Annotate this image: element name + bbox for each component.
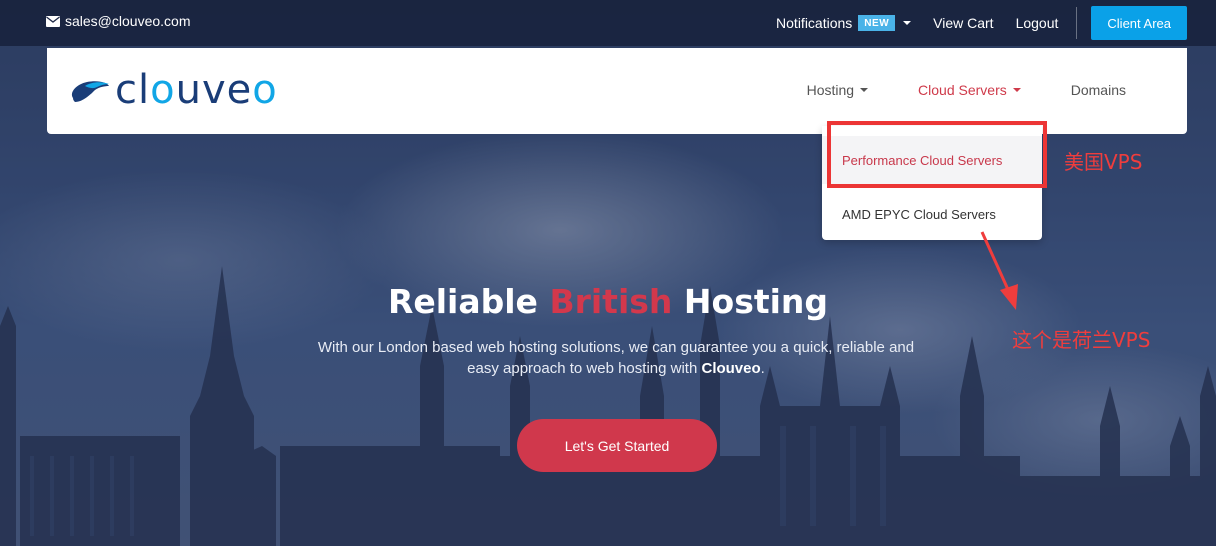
logout-link[interactable]: Logout [1016, 15, 1059, 31]
logo-text-mid: uve [175, 67, 253, 113]
topbar-divider [1076, 7, 1078, 39]
nav-label-hosting: Hosting [806, 82, 855, 98]
chevron-down-icon [903, 21, 912, 25]
annotation-highlight-box [827, 121, 1047, 188]
logo-text-start: cl [115, 67, 151, 113]
chevron-down-icon [1012, 88, 1021, 92]
annotation-label-us-vps: 美国VPS [1064, 150, 1143, 174]
primary-nav: Hosting Cloud Servers Domains [757, 82, 1126, 98]
new-badge: NEW [858, 15, 896, 31]
annotation-label-nl-vps: 这个是荷兰VPS [1012, 328, 1151, 352]
hero-title-start: Reliable [387, 282, 538, 321]
top-bar: sales@clouveo.com Notifications NEW View… [0, 0, 1216, 46]
hero-subtitle-brand: Clouveo [701, 360, 761, 377]
nav-label-cloud-servers: Cloud Servers [918, 82, 1007, 98]
hero-title-end: Hosting [683, 282, 829, 321]
logo-text-end: o [252, 67, 278, 113]
notifications-dropdown[interactable]: Notifications NEW [776, 15, 912, 31]
notifications-label: Notifications [776, 15, 853, 31]
mail-icon [46, 15, 60, 27]
logo-text-o: o [150, 67, 176, 113]
hero-subtitle-end: . [760, 360, 765, 377]
hero-title: Reliable British Hosting [0, 282, 1216, 321]
view-cart-link[interactable]: View Cart [933, 15, 993, 31]
clouveo-logo[interactable]: clouveo [69, 70, 278, 110]
nav-item-domains[interactable]: Domains [1071, 82, 1126, 98]
hero-subtitle-text: With our London based web hosting soluti… [317, 339, 915, 377]
nav-item-hosting[interactable]: Hosting [806, 82, 869, 98]
hero-subtitle: With our London based web hosting soluti… [308, 337, 924, 379]
nav-item-cloud-servers[interactable]: Cloud Servers [918, 82, 1021, 98]
cloud-logo-icon [71, 81, 109, 102]
contact-email: sales@clouveo.com [65, 13, 191, 29]
chevron-down-icon [860, 88, 869, 92]
contact-email-link[interactable]: sales@clouveo.com [46, 13, 191, 29]
get-started-button[interactable]: Let's Get Started [517, 419, 717, 472]
client-area-button[interactable]: Client Area [1091, 6, 1187, 40]
hero-title-accent: British [549, 282, 673, 321]
nav-label-domains: Domains [1070, 82, 1126, 98]
logo-wordmark: clouveo [115, 70, 278, 110]
